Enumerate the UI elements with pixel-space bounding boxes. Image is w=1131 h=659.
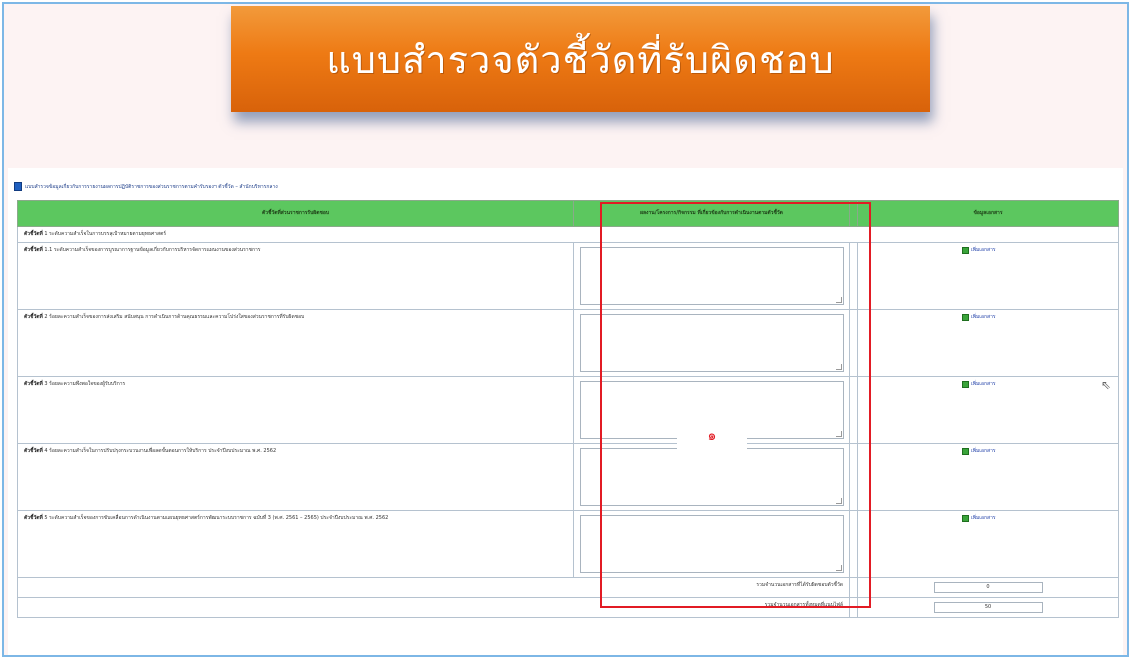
table-row: ตัวชี้วัดที่ 1.1 ระดับความสำเร็จของการบู… [17, 242, 1119, 310]
document-cell: เพิ่มเอกสาร [857, 510, 1119, 578]
add-file-icon [962, 247, 969, 254]
add-document-label: เพิ่มเอกสาร [971, 381, 996, 387]
document-icon [14, 182, 22, 191]
indicator-table: ตัวชี้วัดที่ส่วนราชการรับผิดชอบ ผลงาน/โค… [17, 200, 1119, 618]
survey-caption-text: แบบสำรวจข้อมูลเกี่ยวกับการรายงานผลการปฏิ… [25, 183, 278, 190]
indicator-text: 3 ร้อยละความพึงพอใจของผู้รับบริการ [44, 381, 126, 387]
add-document-label: เพิ่มเอกสาร [971, 314, 996, 320]
indicator-text: 4 ร้อยละความสำเร็จในการปรับปรุงกระบวนงาน… [44, 448, 277, 454]
page-title: แบบสำรวจตัวชี้วัดที่รับผิดชอบ [326, 37, 835, 82]
indicator-cell: ตัวชี้วัดที่ 5 ระดับความสำเร็จของการขับเ… [17, 510, 574, 578]
mouse-cursor-icon: ⇖ [1101, 378, 1112, 392]
indicator-label: ตัวชี้วัดที่ [24, 515, 43, 521]
survey-panel: แบบสำรวจข้อมูลเกี่ยวกับการรายงานผลการปฏิ… [8, 168, 1123, 655]
document-cell: เพิ่มเอกสาร [857, 242, 1119, 310]
add-document-label: เพิ่มเอกสาร [971, 247, 996, 253]
indicator-cell: ตัวชี้วัดที่ 4 ร้อยละความสำเร็จในการปรับ… [17, 443, 574, 511]
document-cell: เพิ่มเอกสาร [857, 376, 1119, 444]
survey-caption[interactable]: แบบสำรวจข้อมูลเกี่ยวกับการรายงานผลการปฏิ… [14, 182, 278, 191]
table-row: ตัวชี้วัดที่ 3 ร้อยละความพึงพอใจของผู้รั… [17, 376, 1119, 444]
indicator-label: ตัวชี้วัดที่ [24, 314, 43, 320]
indicator-cell: ตัวชี้วัดที่ 1.1 ระดับความสำเร็จของการบู… [17, 242, 574, 310]
col-document-header: ข้อมูลเอกสาร [857, 200, 1119, 227]
indicator-text: 2 ร้อยละความสำเร็จของการส่งเสริม สนับสนุ… [44, 314, 305, 320]
add-document-label: เพิ่มเอกสาร [971, 515, 996, 521]
total-row: รวมจำนวนเอกสารที่ได้รับผิดชอบตัวชี้วัด 0 [17, 577, 1119, 598]
add-file-icon [962, 448, 969, 455]
add-document-label: เพิ่มเอกสาร [971, 448, 996, 454]
indicator-text: 5 ระดับความสำเร็จของการขับเคลื่อนการดำเน… [44, 515, 389, 521]
indicator-text: 1 ระดับความสำเร็จในการบรรลุเป้าหมายตามยุ… [44, 231, 167, 237]
indicator-cell: ตัวชี้วัดที่ 2 ร้อยละความสำเร็จของการส่ง… [17, 309, 574, 377]
total-attachments-field[interactable]: 50 [933, 602, 1043, 613]
indicator-cell: ตัวชี้วัดที่ 3 ร้อยละความพึงพอใจของผู้รั… [17, 376, 574, 444]
add-document-link[interactable]: เพิ่มเอกสาร [962, 314, 996, 321]
total-value-cell: 0 [857, 577, 1119, 598]
add-file-icon [962, 515, 969, 522]
add-file-icon [962, 314, 969, 321]
indicator-label: ตัวชี้วัดที่ [24, 247, 43, 253]
indicator-group-cell: ตัวชี้วัดที่ 1 ระดับความสำเร็จในการบรรลุ… [17, 226, 1119, 243]
table-row: ตัวชี้วัดที่ 4 ร้อยละความสำเร็จในการปรับ… [17, 443, 1119, 511]
indicator-group-row: ตัวชี้วัดที่ 1 ระดับความสำเร็จในการบรรลุ… [17, 226, 1119, 243]
col-indicator-header: ตัวชี้วัดที่ส่วนราชการรับผิดชอบ [17, 200, 574, 227]
page-title-banner: แบบสำรวจตัวชี้วัดที่รับผิดชอบ [231, 6, 930, 112]
indicator-label: ตัวชี้วัดที่ [24, 381, 43, 387]
total-count-field[interactable]: 0 [933, 582, 1043, 593]
document-cell: เพิ่มเอกสาร [857, 309, 1119, 377]
add-document-link[interactable]: เพิ่มเอกสาร [962, 448, 996, 455]
table-header-row: ตัวชี้วัดที่ส่วนราชการรับผิดชอบ ผลงาน/โค… [17, 200, 1119, 227]
add-document-link[interactable]: เพิ่มเอกสาร [962, 247, 996, 254]
add-file-icon [962, 381, 969, 388]
table-row: ตัวชี้วัดที่ 5 ระดับความสำเร็จของการขับเ… [17, 510, 1119, 578]
annotation-marker: ๑ [677, 398, 747, 474]
indicator-text: 1.1 ระดับความสำเร็จของการบูรณาการฐานข้อม… [44, 247, 261, 253]
total-value-cell: 50 [857, 597, 1119, 618]
total-row: รวมจำนวนเอกสารทั้งหมดที่แนบไฟล์ 50 [17, 597, 1119, 618]
indicator-label: ตัวชี้วัดที่ [24, 231, 43, 237]
table-row: ตัวชี้วัดที่ 2 ร้อยละความสำเร็จของการส่ง… [17, 309, 1119, 377]
indicator-label: ตัวชี้วัดที่ [24, 448, 43, 454]
add-document-link[interactable]: เพิ่มเอกสาร [962, 515, 996, 522]
add-document-link[interactable]: เพิ่มเอกสาร [962, 381, 996, 388]
document-cell: เพิ่มเอกสาร [857, 443, 1119, 511]
